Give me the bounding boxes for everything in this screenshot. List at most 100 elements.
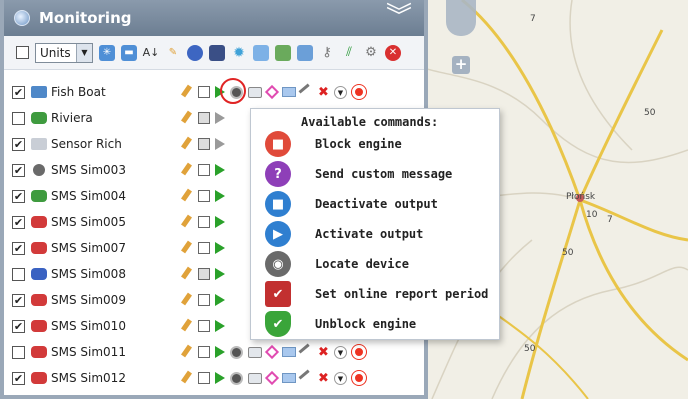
card-icon[interactable] — [209, 44, 225, 61]
key-icon[interactable]: ⚷ — [319, 45, 335, 61]
unit-checkbox[interactable]: ✔ — [12, 371, 25, 385]
edit-icon[interactable] — [181, 163, 193, 177]
unit-name[interactable]: SMS Sim012 — [51, 371, 126, 385]
lifebuoy-icon[interactable] — [351, 85, 366, 99]
command-send-custom-message[interactable]: ? Send custom message — [265, 159, 497, 189]
message-icon[interactable] — [282, 347, 296, 357]
play-icon[interactable] — [215, 346, 225, 358]
wrench-icon[interactable] — [298, 369, 316, 387]
play-icon[interactable] — [215, 216, 225, 228]
unit-checkbox[interactable]: ✔ — [12, 241, 25, 255]
edit-icon[interactable] — [181, 293, 193, 307]
dropdown-icon[interactable]: ▼ — [333, 345, 347, 359]
play-icon[interactable] — [215, 190, 225, 202]
unit-name[interactable]: SMS Sim005 — [51, 215, 126, 229]
edit-icon[interactable] — [181, 189, 193, 203]
camera-icon[interactable] — [248, 86, 262, 98]
double-chevron-up-icon[interactable]: ︾ — [386, 4, 412, 30]
unit-name[interactable]: Riviera — [51, 111, 93, 125]
unit-name[interactable]: Sensor Rich — [51, 137, 122, 151]
dropdown-icon[interactable]: ▼ — [333, 85, 347, 99]
lifebuoy-icon[interactable] — [351, 345, 366, 359]
edit-icon[interactable] — [181, 267, 193, 281]
play-icon[interactable] — [215, 242, 225, 254]
message-icon[interactable] — [282, 87, 296, 97]
route-icon[interactable] — [264, 344, 280, 360]
message-icon[interactable] — [282, 373, 296, 383]
unit-checkbox[interactable] — [12, 111, 25, 125]
unit-name[interactable]: SMS Sim007 — [51, 241, 126, 255]
edit-icon[interactable]: ✎ — [165, 45, 181, 61]
unit-checkbox[interactable]: ✔ — [12, 189, 25, 203]
camera-icon[interactable] — [248, 372, 262, 384]
unit-row[interactable]: SMS Sim011 ✖ ▼ — [4, 339, 424, 365]
edit-icon[interactable] — [181, 241, 193, 255]
window-icon[interactable] — [253, 44, 269, 61]
command-unblock-engine[interactable]: ✔ Unblock engine — [265, 309, 497, 339]
wrench-icon[interactable] — [298, 83, 316, 101]
unit-checkbox[interactable]: ✔ — [12, 85, 25, 99]
edit-icon[interactable] — [181, 111, 193, 125]
expand-icon[interactable]: ✳ — [99, 44, 115, 61]
unit-name[interactable]: Fish Boat — [51, 85, 106, 99]
play-icon[interactable] — [215, 112, 225, 124]
command-checkbox[interactable] — [198, 138, 210, 150]
delete-icon[interactable]: ✕ — [385, 44, 401, 61]
chevron-down-icon[interactable]: ▼ — [76, 43, 92, 62]
play-icon[interactable] — [215, 138, 225, 150]
settings-gear-icon[interactable]: ✹ — [231, 45, 247, 61]
select-all-checkbox[interactable] — [16, 46, 29, 59]
command-checkbox[interactable] — [198, 294, 210, 306]
command-checkbox[interactable] — [198, 346, 210, 358]
play-icon[interactable] — [215, 294, 225, 306]
unit-name[interactable]: SMS Sim011 — [51, 345, 126, 359]
unit-checkbox[interactable]: ✔ — [12, 293, 25, 307]
command-block-engine[interactable]: ■ Block engine — [265, 129, 497, 159]
map-icon[interactable] — [275, 44, 291, 61]
unit-checkbox[interactable]: ✔ — [12, 163, 25, 177]
play-icon[interactable] — [215, 320, 225, 332]
command-activate-output[interactable]: ▶ Activate output — [265, 219, 497, 249]
link-icon[interactable]: ⚙ — [363, 45, 379, 61]
unit-name[interactable]: SMS Sim008 — [51, 267, 126, 281]
command-set-online-report-period[interactable]: ✔ Set online report period — [265, 279, 497, 309]
wrench-icon[interactable] — [298, 343, 316, 361]
delete-icon[interactable]: ✖ — [318, 345, 329, 360]
command-checkbox[interactable] — [198, 112, 210, 124]
unit-name[interactable]: SMS Sim010 — [51, 319, 126, 333]
edit-icon[interactable] — [181, 137, 193, 151]
unit-checkbox[interactable]: ✔ — [12, 215, 25, 229]
edit-icon[interactable] — [181, 215, 193, 229]
unit-checkbox[interactable] — [12, 267, 25, 281]
disk-icon[interactable] — [230, 345, 243, 359]
play-icon[interactable] — [215, 372, 225, 384]
dropdown-icon[interactable]: ▼ — [333, 371, 347, 385]
disk-icon[interactable] — [230, 371, 243, 385]
road-icon[interactable]: ⫽ — [341, 45, 357, 61]
sort-az-icon[interactable]: A↓ — [143, 45, 160, 61]
camera-icon[interactable] — [248, 346, 262, 358]
unit-name[interactable]: SMS Sim003 — [51, 163, 126, 177]
command-checkbox[interactable] — [198, 190, 210, 202]
lifebuoy-icon[interactable] — [351, 371, 366, 385]
unit-row[interactable]: ✔ SMS Sim012 ✖ ▼ — [4, 365, 424, 391]
command-checkbox[interactable] — [198, 320, 210, 332]
unit-row[interactable]: ✔ Fish Boat ✖ ▼ — [4, 79, 424, 105]
edit-icon[interactable] — [181, 319, 193, 333]
command-checkbox[interactable] — [198, 242, 210, 254]
map-pan-control[interactable] — [446, 0, 476, 36]
edit-icon[interactable] — [181, 371, 193, 385]
edit-icon[interactable] — [181, 345, 193, 359]
edit-icon[interactable] — [181, 85, 193, 99]
command-locate-device[interactable]: ◉ Locate device — [265, 249, 497, 279]
play-icon[interactable] — [215, 164, 225, 176]
delete-icon[interactable]: ✖ — [318, 85, 329, 100]
play-icon[interactable] — [215, 268, 225, 280]
unit-checkbox[interactable] — [12, 345, 25, 359]
group-icon[interactable] — [297, 44, 313, 61]
command-checkbox[interactable] — [198, 86, 210, 98]
command-checkbox[interactable] — [198, 372, 210, 384]
map-zoom-in-button[interactable]: + — [452, 56, 470, 74]
unit-name[interactable]: SMS Sim009 — [51, 293, 126, 307]
route-icon[interactable] — [264, 84, 280, 100]
